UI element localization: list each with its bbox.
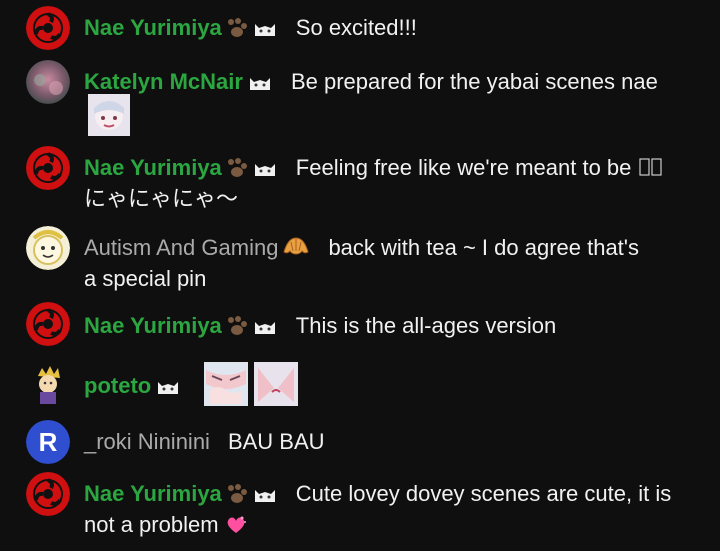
avatar[interactable]: R [26,420,70,464]
chat-message: Autism And Gaming back with tea ~ I do a… [0,226,720,291]
avatar[interactable] [26,226,70,270]
message-text-continued: a special pin [84,266,207,291]
author-name[interactable]: Nae Yurimiya [84,15,222,40]
message-text-continued: not a problem [84,512,219,537]
chat-message: R _roki Nininini BAU BAU [0,420,720,466]
cat-face-icon[interactable] [252,483,278,511]
avatar[interactable] [26,302,70,346]
svg-text:R: R [39,427,58,457]
author-name[interactable]: _roki Nininini [84,429,210,454]
author-name[interactable]: poteto [84,373,151,398]
chat-message: Nae Yurimiya So excited!!! [0,6,720,52]
croissant-icon [282,236,310,265]
message-text: So excited!!! [295,15,417,40]
emote-image [254,362,298,406]
paw-icon [226,483,248,511]
author-name[interactable]: Nae Yurimiya [84,155,222,180]
author-name[interactable]: Katelyn McNair [84,69,243,94]
chat-message: Nae Yurimiya Cute lovey dovey scenes are… [0,472,720,538]
avatar[interactable] [26,472,70,516]
paw-icon [226,315,248,343]
message-text: back with tea ~ I do agree that's [328,235,639,260]
message-text: BAU BAU [227,429,325,454]
author-name[interactable]: Autism And Gaming [84,235,278,260]
heart-icon [225,514,247,542]
paw-icon [226,157,248,185]
cat-face-icon[interactable] [252,17,278,45]
author-name[interactable]: Nae Yurimiya [84,481,222,506]
cat-face-icon[interactable] [155,375,181,403]
author-name[interactable]: Nae Yurimiya [84,313,222,338]
chat-message: Katelyn McNair Be prepared for the yabai… [0,60,720,136]
chat-message: Nae Yurimiya Feeling free like we're mea… [0,146,720,212]
chat-message: poteto [0,362,720,408]
message-text: Cute lovey dovey scenes are cute, it is [295,481,672,506]
avatar[interactable] [26,6,70,50]
message-text: This is the all-ages version [295,313,557,338]
message-text-continued: にゃにゃにゃ〜 [84,186,239,211]
paw-icon [226,17,248,45]
cat-face-icon[interactable] [252,157,278,185]
cat-face-icon[interactable] [252,315,278,343]
avatar[interactable] [26,146,70,190]
cat-face-icon[interactable] [247,71,273,99]
emote-image [88,94,130,136]
avatar[interactable] [26,60,70,104]
avatar[interactable] [26,362,70,406]
chat-message: Nae Yurimiya This is the all-ages versio… [0,302,720,348]
message-text: Feeling free like we're meant to be [295,155,632,180]
message-text: Be prepared for the yabai scenes nae [290,69,658,94]
missing-glyph-icon [639,156,663,184]
emote-image [204,362,248,406]
